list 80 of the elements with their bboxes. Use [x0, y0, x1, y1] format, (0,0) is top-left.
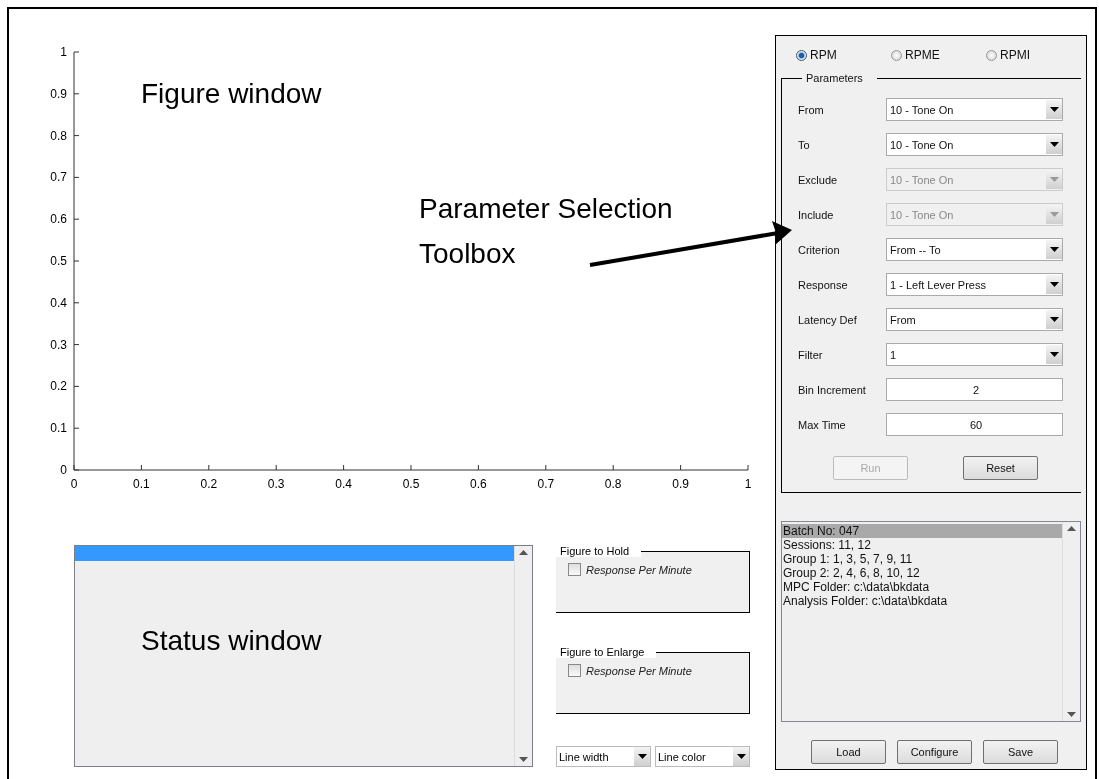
scroll-down-icon[interactable]: [1067, 712, 1076, 717]
dropdown-arrow-icon: [1049, 352, 1059, 357]
list-item[interactable]: Sessions: 11, 12: [782, 538, 1062, 552]
annotation-text: Parameter Selection: [419, 193, 673, 225]
list-item[interactable]: Batch No: 047: [782, 524, 1062, 538]
list-item[interactable]: Group 1: 1, 3, 5, 7, 9, 11: [782, 552, 1062, 566]
annotation-text: Status window: [141, 625, 322, 657]
dropdown-arrow-icon: [1049, 107, 1059, 112]
tick-label: 0.2: [200, 477, 218, 491]
tick-label: 0.8: [604, 477, 622, 491]
status-listbox[interactable]: [74, 545, 533, 767]
scroll-up-icon[interactable]: [1067, 526, 1076, 531]
dropdown[interactable]: Line width: [556, 746, 651, 767]
tick-label: 0: [60, 463, 67, 477]
annotation-text: Toolbox: [419, 238, 516, 270]
tick-label: 0: [70, 477, 78, 491]
tick-label: 0.9: [50, 86, 67, 101]
tick-label: 0.4: [335, 477, 352, 491]
dropdown-arrow-icon: [1049, 212, 1059, 217]
dropdown[interactable]: From: [886, 308, 1063, 331]
group-title: Parameters: [805, 72, 864, 84]
tick-label: 1: [744, 477, 752, 491]
field-label: Filter: [798, 348, 824, 361]
checkbox[interactable]: Response Per Minute: [568, 664, 737, 677]
radio-button[interactable]: RPM: [796, 48, 891, 62]
action-button[interactable]: Reset: [963, 456, 1038, 480]
dropdown-arrow-icon: [1049, 247, 1059, 252]
dropdown[interactable]: 10 - Tone On: [886, 133, 1063, 156]
tick-label: 0.1: [133, 477, 150, 491]
tick-label: 0.2: [50, 379, 67, 394]
scroll-down-icon[interactable]: [519, 757, 528, 762]
dropdown-arrow-icon: [736, 754, 746, 759]
dropdown[interactable]: 1 - Left Lever Press: [886, 273, 1063, 296]
info-listbox[interactable]: Batch No: 047 Sessions: 11, 12 Group 1: 1, 3, 5, 7, 9, 11 Group 2: 2, 4, 6, 8, 10, 12 MPC Folder: c:\data\bkdata Analysis Folder: c:\data\bkdata: [781, 521, 1081, 722]
action-button[interactable]: Load: [811, 740, 886, 764]
tick-label: 0.3: [50, 337, 67, 352]
dropdown-arrow-icon: [1049, 177, 1059, 182]
input-field[interactable]: 2: [886, 378, 1063, 401]
dropdown[interactable]: 10 - Tone On: [886, 98, 1063, 121]
field-label: From: [798, 103, 825, 116]
field-label: Include: [798, 208, 835, 221]
radio-button[interactable]: RPMI: [986, 48, 1081, 62]
tick-label: 0.3: [267, 477, 285, 491]
tick-label: 0.6: [50, 212, 67, 227]
field-label: Criterion: [798, 243, 841, 256]
list-item[interactable]: Group 2: 2, 4, 6, 8, 10, 12: [782, 566, 1062, 580]
checkbox[interactable]: Response Per Minute: [568, 563, 737, 576]
action-button[interactable]: Save: [983, 740, 1058, 764]
field-label: Response: [798, 278, 849, 291]
list-item[interactable]: Analysis Folder: c:\data\bkdata: [782, 594, 1062, 608]
tick-label: 1: [60, 45, 67, 59]
tick-label: 0.7: [537, 477, 555, 491]
list-item[interactable]: MPC Folder: c:\data\bkdata: [782, 580, 1062, 594]
action-button[interactable]: Configure: [897, 740, 972, 764]
tick-label: 0.4: [50, 295, 67, 310]
field-label: Latency Def: [798, 313, 858, 326]
group-title: Figure to Hold: [556, 545, 642, 557]
dropdown-arrow-icon: [1049, 142, 1059, 147]
tick-label: 0.7: [50, 170, 67, 185]
dropdown[interactable]: 1: [886, 343, 1063, 366]
dropdown[interactable]: From -- To: [886, 238, 1063, 261]
dropdown-arrow-icon: [1049, 282, 1059, 287]
field-label: Bin Increment: [798, 383, 867, 396]
field-label: Max Time: [798, 418, 847, 431]
tick-label: 0.5: [50, 254, 67, 268]
scroll-up-icon[interactable]: [519, 550, 528, 555]
tick-label: 0.5: [402, 477, 420, 491]
tick-label: 0.6: [470, 477, 487, 491]
group-title: Figure to Enlarge: [556, 646, 657, 658]
field-label: To: [798, 138, 811, 151]
tick-label: 0.8: [50, 128, 67, 143]
dropdown[interactable]: Line color: [655, 746, 750, 767]
tick-label: 0.9: [672, 477, 689, 491]
annotation-text: Figure window: [141, 78, 322, 110]
dropdown-arrow-icon: [637, 754, 647, 759]
radio-button[interactable]: RPME: [891, 48, 986, 62]
input-field[interactable]: 60: [886, 413, 1063, 436]
field-label: Exclude: [798, 173, 839, 186]
dropdown-arrow-icon: [1049, 317, 1059, 322]
tick-label: 0.1: [50, 421, 67, 436]
